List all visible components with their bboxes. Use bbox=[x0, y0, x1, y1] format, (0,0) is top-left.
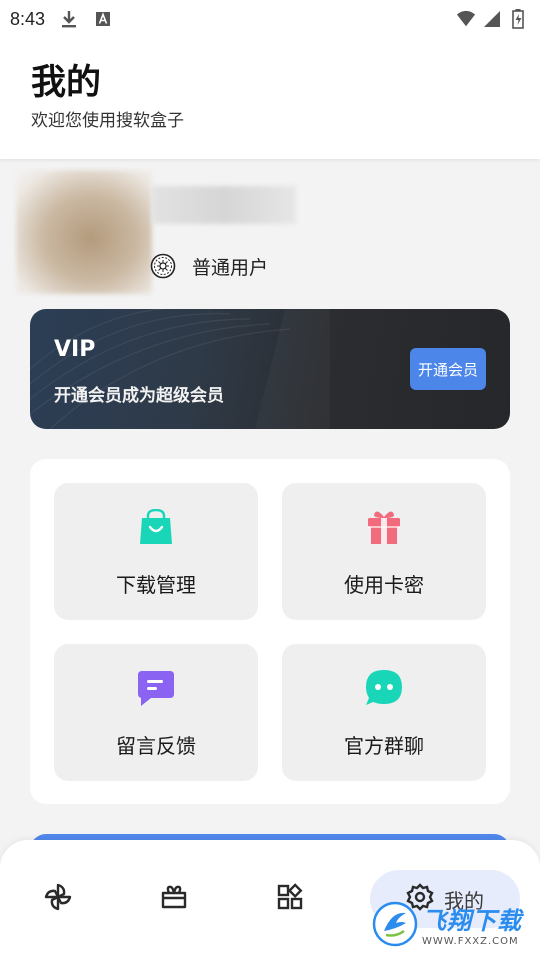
download-icon bbox=[59, 9, 79, 29]
page-header: 我的 欢迎您使用搜软盒子 bbox=[0, 38, 540, 159]
watermark-url: WWW.FXXZ.COM bbox=[422, 936, 519, 947]
gift-icon bbox=[364, 507, 404, 547]
page-subtitle: 欢迎您使用搜软盒子 bbox=[31, 111, 184, 131]
fxxz-logo-icon bbox=[372, 901, 418, 947]
watermark-text: 飞翔下载 bbox=[422, 907, 522, 935]
username-redacted bbox=[152, 186, 296, 224]
status-bar: 8:43 bbox=[0, 0, 540, 38]
a-icon bbox=[93, 9, 113, 29]
status-time: 8:43 bbox=[10, 8, 46, 29]
role-label: 普通用户 bbox=[192, 256, 269, 279]
shopping-bag-icon bbox=[136, 507, 176, 547]
nav-apps[interactable] bbox=[260, 870, 320, 928]
nav-home[interactable] bbox=[28, 870, 88, 928]
nav-ticket[interactable] bbox=[144, 870, 204, 928]
wifi-icon bbox=[456, 9, 476, 29]
download-manager-tile[interactable]: 下载管理 bbox=[54, 483, 258, 620]
open-membership-button[interactable]: 开通会员 bbox=[410, 348, 486, 390]
battery-icon bbox=[508, 9, 528, 29]
watermark: 飞翔下载 WWW.FXXZ.COM bbox=[372, 898, 532, 950]
vip-card[interactable]: VIP 开通会员成为超级会员 开通会员 bbox=[30, 309, 510, 429]
role-badge-icon bbox=[150, 253, 176, 279]
tile-label: 官方群聊 bbox=[344, 734, 424, 758]
chat-bubble-icon bbox=[364, 668, 404, 708]
apps-grid-icon bbox=[276, 883, 304, 915]
page-title: 我的 bbox=[31, 63, 102, 103]
avatar[interactable] bbox=[16, 170, 152, 294]
feature-panel: 下载管理 使用卡密 留言反馈 官方群聊 bbox=[30, 459, 510, 804]
vip-description: 开通会员成为超级会员 bbox=[54, 386, 224, 406]
message-icon bbox=[136, 668, 176, 708]
signal-icon bbox=[482, 9, 502, 29]
tile-label: 下载管理 bbox=[116, 573, 196, 597]
vip-title: VIP bbox=[54, 337, 96, 362]
tile-label: 使用卡密 bbox=[344, 573, 424, 597]
pinwheel-icon bbox=[43, 882, 73, 916]
tile-label: 留言反馈 bbox=[116, 734, 196, 758]
user-role: 普通用户 bbox=[150, 252, 268, 280]
redeem-card-tile[interactable]: 使用卡密 bbox=[282, 483, 486, 620]
feedback-tile[interactable]: 留言反馈 bbox=[54, 644, 258, 781]
vip-card-waves bbox=[30, 309, 291, 429]
ticket-icon bbox=[160, 884, 188, 914]
official-group-tile[interactable]: 官方群聊 bbox=[282, 644, 486, 781]
